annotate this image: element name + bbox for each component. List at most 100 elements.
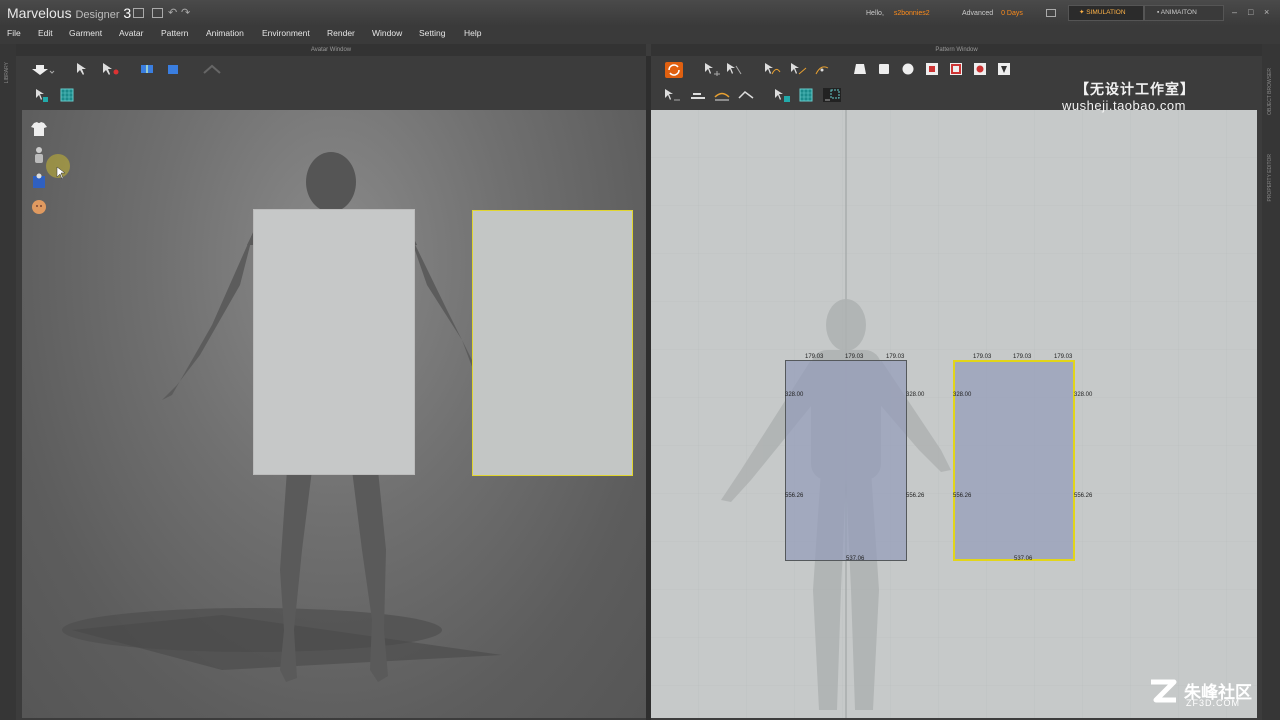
menu-pattern[interactable]: Pattern bbox=[161, 28, 188, 38]
select-texture-icon[interactable] bbox=[773, 88, 791, 102]
avatar-body-icon[interactable] bbox=[30, 146, 48, 164]
tab-simulation-label: SIMULATION bbox=[1086, 9, 1126, 16]
menu-help[interactable]: Help bbox=[464, 28, 481, 38]
garment-shirt-icon[interactable] bbox=[30, 120, 48, 138]
app-name-sub: Designer bbox=[75, 9, 120, 21]
menu-window[interactable]: Window bbox=[372, 28, 402, 38]
right-side-strip: OBJECT BROWSER PROPERTY EDITOR bbox=[1262, 44, 1280, 720]
avatar-window-title: Avatar Window bbox=[310, 47, 352, 53]
studio-url-watermark: wusheji.taobao.com bbox=[1062, 98, 1186, 113]
edit-curve-icon[interactable] bbox=[763, 62, 781, 76]
pattern-window-header: Pattern Window bbox=[651, 44, 1262, 56]
greeting: Hello, s2bonnies2 bbox=[866, 10, 930, 17]
free-sewing-icon[interactable] bbox=[689, 88, 707, 102]
seam-length-label: 179.03 bbox=[1013, 354, 1032, 360]
menu-edit[interactable]: Edit bbox=[38, 28, 53, 38]
menu-bar bbox=[0, 26, 1280, 44]
avatar-pose-icon[interactable] bbox=[30, 172, 48, 190]
texture-grid-icon[interactable] bbox=[799, 88, 813, 102]
edit-sewing-icon[interactable] bbox=[737, 88, 755, 102]
record-disabled-icon bbox=[202, 62, 222, 76]
app-logo: Marvelous Designer 3 bbox=[7, 5, 131, 21]
refresh-sync-icon[interactable] bbox=[665, 62, 683, 78]
cloth-panel-back-selected[interactable] bbox=[472, 210, 633, 476]
pattern-piece-back-selected[interactable] bbox=[953, 360, 1075, 561]
internal-circle-icon[interactable] bbox=[973, 62, 987, 76]
library-label: LIBRARY bbox=[4, 62, 10, 84]
open-file-icon[interactable] bbox=[133, 8, 144, 18]
seam-length-label: 556.26 bbox=[953, 493, 972, 499]
multi-sewing-icon[interactable] bbox=[713, 88, 731, 102]
license-info: Advanced 0 Days bbox=[962, 10, 1023, 17]
username[interactable]: s2bonnies2 bbox=[894, 10, 930, 17]
rectangle-tool-icon[interactable] bbox=[877, 62, 891, 76]
app-window: Marvelous Designer 3 ↶ ↷ Hello, s2bonnie… bbox=[0, 0, 1280, 720]
seam-length-label: 537.06 bbox=[846, 556, 865, 562]
segment-sewing-icon[interactable] bbox=[663, 88, 681, 102]
minimize-icon[interactable]: – bbox=[1232, 8, 1241, 17]
down-arrow-icon[interactable] bbox=[32, 62, 56, 76]
seam-length-label: 328.00 bbox=[785, 392, 804, 398]
select-move-icon[interactable] bbox=[74, 62, 88, 76]
circle-tool-icon[interactable] bbox=[901, 62, 915, 76]
fold-arrange-icon[interactable] bbox=[140, 62, 154, 76]
app-name: Marvelous bbox=[7, 5, 72, 21]
seam-length-label: 537.06 bbox=[1014, 556, 1033, 562]
pattern-viewport[interactable]: 179.03 179.03 179.03 328.00 328.00 556.2… bbox=[651, 110, 1257, 718]
edition-label: Advanced bbox=[962, 10, 994, 17]
add-point-icon[interactable] bbox=[789, 62, 807, 76]
menu-setting[interactable]: Setting bbox=[419, 28, 445, 38]
app-version: 3 bbox=[123, 5, 132, 21]
avatar-head-icon[interactable] bbox=[30, 198, 48, 216]
studio-watermark: 【无设计工作室】 bbox=[1075, 81, 1195, 97]
tab-animation-label: ANIMAITON bbox=[1160, 9, 1197, 16]
polygon-tool-icon[interactable] bbox=[853, 62, 867, 76]
pattern-window-title: Pattern Window bbox=[935, 47, 978, 53]
cloth-panel-front[interactable] bbox=[254, 210, 414, 474]
hello-label: Hello, bbox=[866, 10, 884, 17]
property-editor-tab[interactable]: PROPERTY EDITOR bbox=[1267, 154, 1273, 202]
menu-file[interactable]: File bbox=[7, 28, 21, 38]
curvature-icon[interactable] bbox=[813, 62, 831, 76]
seam-length-label: 328.00 bbox=[1074, 392, 1093, 398]
seam-length-label: 328.00 bbox=[906, 392, 925, 398]
texture-mapping-icon[interactable] bbox=[823, 88, 841, 102]
seam-length-label: 179.03 bbox=[1054, 354, 1073, 360]
tab-animation[interactable]: ▪ ANIMAITON bbox=[1144, 5, 1224, 21]
undo-icon[interactable]: ↶ bbox=[168, 8, 179, 19]
tab-simulation[interactable]: ✦ SIMULATION bbox=[1068, 5, 1144, 21]
zf3d-logo-icon bbox=[1148, 676, 1178, 706]
menu-avatar[interactable]: Avatar bbox=[119, 28, 143, 38]
object-browser-tab[interactable]: OBJECT BROWSER bbox=[1267, 68, 1273, 115]
seam-length-label: 179.03 bbox=[886, 354, 905, 360]
seam-length-label: 556.26 bbox=[785, 493, 804, 499]
avatar-toolbar bbox=[16, 56, 646, 110]
menu-render[interactable]: Render bbox=[327, 28, 355, 38]
internal-rectangle-icon[interactable] bbox=[949, 62, 963, 76]
menu-environment[interactable]: Environment bbox=[262, 28, 310, 38]
mouse-cursor-icon bbox=[56, 166, 66, 185]
internal-polygon-icon[interactable] bbox=[925, 62, 939, 76]
mesh-grid-icon[interactable] bbox=[60, 88, 74, 102]
close-icon[interactable]: × bbox=[1264, 8, 1273, 17]
select-mesh-icon[interactable] bbox=[34, 88, 48, 102]
seam-length-label: 179.03 bbox=[973, 354, 992, 360]
pattern-piece-front[interactable] bbox=[785, 360, 907, 561]
days-remaining: 0 Days bbox=[1001, 10, 1023, 17]
mail-icon[interactable] bbox=[1046, 9, 1056, 17]
library-strip[interactable]: LIBRARY bbox=[0, 44, 16, 720]
menu-garment[interactable]: Garment bbox=[69, 28, 102, 38]
seam-length-label: 556.26 bbox=[906, 493, 925, 499]
community-url-watermark: ZF3D.COM bbox=[1186, 698, 1240, 708]
edit-pattern-icon[interactable] bbox=[725, 62, 743, 76]
transform-pattern-icon[interactable] bbox=[703, 62, 721, 76]
avatar-viewport[interactable] bbox=[22, 110, 646, 718]
dart-tool-icon[interactable] bbox=[997, 62, 1011, 76]
menu-animation[interactable]: Animation bbox=[206, 28, 244, 38]
seam-length-label: 556.26 bbox=[1074, 493, 1093, 499]
redo-icon[interactable]: ↷ bbox=[181, 8, 192, 19]
maximize-icon[interactable]: □ bbox=[1248, 8, 1257, 17]
save-file-icon[interactable] bbox=[152, 8, 163, 18]
tack-icon[interactable] bbox=[166, 62, 180, 76]
select-pin-icon[interactable] bbox=[100, 62, 120, 76]
